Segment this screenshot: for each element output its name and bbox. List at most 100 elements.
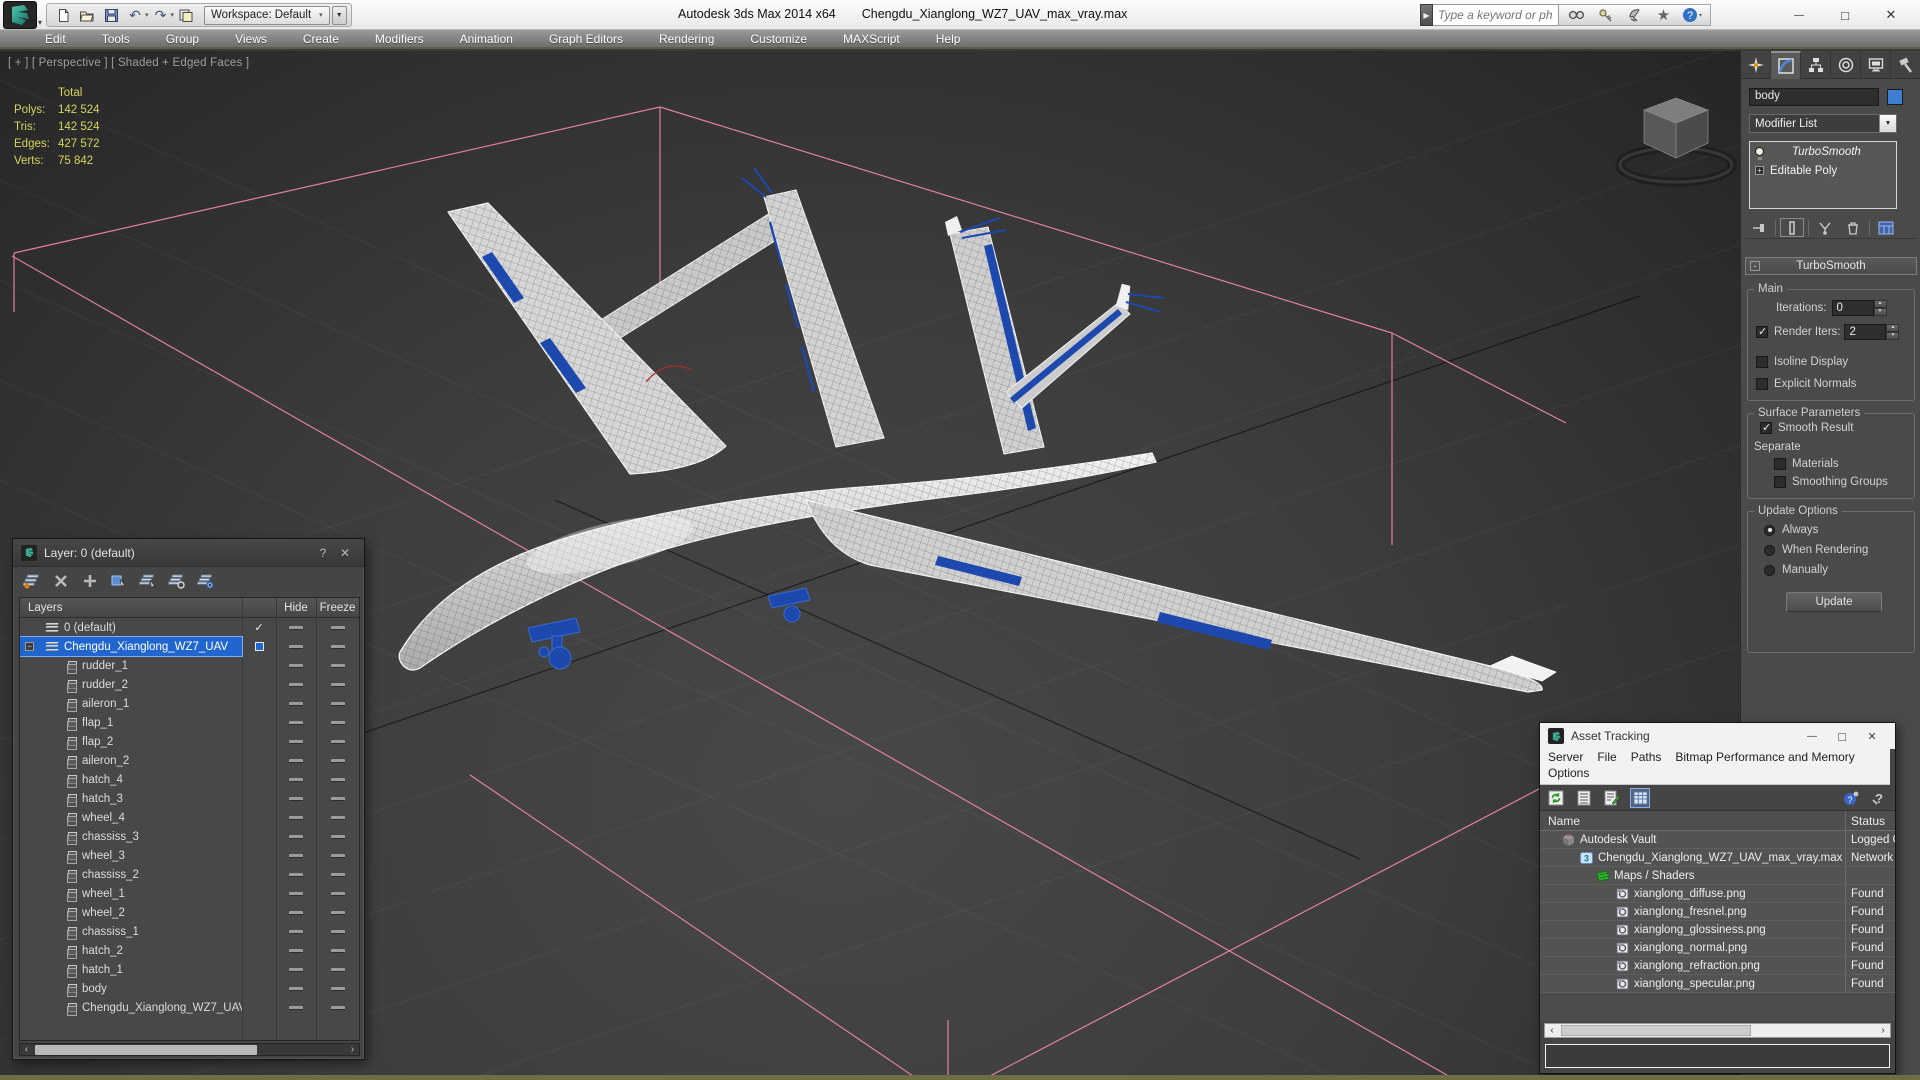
scroll-right-icon[interactable] xyxy=(1876,1025,1890,1036)
asset-close-button[interactable] xyxy=(1857,726,1887,746)
freeze-toggle[interactable] xyxy=(331,797,345,801)
asset-row[interactable]: xianglong_specular.png Found xyxy=(1540,975,1895,993)
workspace-flyout-button[interactable]: ▼ xyxy=(332,6,347,25)
layer-object-row[interactable]: flap_2 xyxy=(20,732,359,751)
asset-row[interactable]: xianglong_fresnel.png Found xyxy=(1540,903,1895,921)
layer-object-row[interactable]: wheel_1 xyxy=(20,884,359,903)
asset-horizontal-scrollbar[interactable] xyxy=(1544,1023,1891,1038)
asset-context-help-icon[interactable]: ? xyxy=(1869,788,1889,808)
hide-toggle[interactable] xyxy=(289,626,303,630)
viewcube[interactable] xyxy=(1620,98,1732,182)
app-logo-dropdown-icon[interactable]: ▾ xyxy=(38,18,42,27)
freeze-toggle[interactable] xyxy=(331,664,345,668)
hide-toggle[interactable] xyxy=(289,873,303,877)
hide-toggle[interactable] xyxy=(289,930,303,934)
layer-object-row[interactable]: body xyxy=(20,979,359,998)
project-folder-button[interactable] xyxy=(174,5,198,25)
materials-checkbox[interactable] xyxy=(1774,458,1786,470)
tab-modify[interactable] xyxy=(1771,51,1801,79)
make-unique-button[interactable] xyxy=(1813,218,1837,237)
layer-object-row[interactable]: aileron_1 xyxy=(20,694,359,713)
menu-help[interactable]: Help xyxy=(936,32,961,46)
hide-toggle[interactable] xyxy=(289,816,303,820)
layer-object-row[interactable]: chassiss_1 xyxy=(20,922,359,941)
freeze-toggle[interactable] xyxy=(331,835,345,839)
search-input[interactable] xyxy=(1433,4,1559,26)
hide-toggle[interactable] xyxy=(289,892,303,896)
hide-toggle[interactable] xyxy=(289,664,303,668)
list-view-button[interactable] xyxy=(1574,788,1594,808)
freeze-toggle[interactable] xyxy=(331,645,345,649)
save-file-button[interactable] xyxy=(99,5,123,25)
render-iters-checkbox[interactable] xyxy=(1756,326,1768,338)
layer-dialog-close-button[interactable]: ✕ xyxy=(334,544,356,562)
layer-dialog-help-button[interactable]: ? xyxy=(312,544,334,562)
help-icon[interactable]: ? xyxy=(1678,5,1707,25)
asset-menu-paths[interactable]: Paths xyxy=(1631,750,1662,764)
layer-object-row[interactable]: hatch_2 xyxy=(20,941,359,960)
menu-views[interactable]: Views xyxy=(235,32,267,46)
hide-toggle[interactable] xyxy=(289,778,303,782)
menu-tools[interactable]: Tools xyxy=(102,32,130,46)
freeze-toggle[interactable] xyxy=(331,626,345,630)
set-current-layer-box[interactable] xyxy=(255,642,264,651)
maximize-button[interactable] xyxy=(1822,2,1868,28)
iterations-field[interactable]: 0 xyxy=(1832,300,1874,316)
menu-customize[interactable]: Customize xyxy=(750,32,807,46)
open-file-button[interactable] xyxy=(75,5,99,25)
asset-help-icon[interactable]: ? xyxy=(1841,788,1861,808)
tab-motion[interactable] xyxy=(1831,51,1861,79)
asset-row[interactable]: Autodesk Vault Logged O xyxy=(1540,831,1895,849)
select-layer-button[interactable] xyxy=(137,571,159,591)
render-iters-field[interactable]: 2 xyxy=(1844,324,1886,340)
explicit-normals-checkbox[interactable] xyxy=(1756,378,1768,390)
hide-toggle[interactable] xyxy=(289,645,303,649)
update-button[interactable]: Update xyxy=(1786,592,1882,612)
layer-object-row[interactable]: chassiss_3 xyxy=(20,827,359,846)
asset-maximize-button[interactable] xyxy=(1827,726,1857,746)
close-button[interactable] xyxy=(1868,2,1914,28)
uav-model[interactable] xyxy=(399,168,1556,692)
menu-modifiers[interactable]: Modifiers xyxy=(375,32,424,46)
menu-rendering[interactable]: Rendering xyxy=(659,32,714,46)
layer-object-row[interactable]: wheel_4 xyxy=(20,808,359,827)
tab-utilities[interactable] xyxy=(1891,51,1920,79)
freeze-toggle[interactable] xyxy=(331,892,345,896)
asset-row[interactable]: xianglong_glossiness.png Found xyxy=(1540,921,1895,939)
freeze-toggle[interactable] xyxy=(331,1006,345,1010)
redo-button[interactable]: ↷ xyxy=(149,5,173,25)
modifier-enabled-icon[interactable] xyxy=(1755,147,1764,156)
sign-in-key-icon[interactable] xyxy=(1591,5,1620,25)
freeze-toggle[interactable] xyxy=(331,854,345,858)
menu-graph-editors[interactable]: Graph Editors xyxy=(549,32,623,46)
layer-object-row[interactable]: hatch_4 xyxy=(20,770,359,789)
add-to-layer-button[interactable] xyxy=(79,571,101,591)
delete-layer-button[interactable] xyxy=(50,571,72,591)
asset-row[interactable]: xianglong_diffuse.png Found xyxy=(1540,885,1895,903)
layer-row[interactable]: 0 (default) ✓ xyxy=(20,618,359,637)
layer-object-row[interactable]: Chengdu_Xianglong_WZ7_UAV xyxy=(20,998,359,1017)
render-iters-spinner[interactable]: ▲▼ xyxy=(1886,324,1899,340)
turbosmooth-rollout-header[interactable]: - TurboSmooth xyxy=(1745,257,1917,275)
hide-toggle[interactable] xyxy=(289,683,303,687)
layer-object-row[interactable]: hatch_1 xyxy=(20,960,359,979)
tab-display[interactable] xyxy=(1861,51,1891,79)
hide-toggle[interactable] xyxy=(289,949,303,953)
highlight-layer-button[interactable] xyxy=(166,571,188,591)
table-view-button[interactable] xyxy=(1630,788,1650,808)
name-column-header[interactable]: Name xyxy=(1540,811,1846,830)
menu-edit[interactable]: Edit xyxy=(45,32,66,46)
menu-maxscript[interactable]: MAXScript xyxy=(843,32,900,46)
smooth-result-checkbox[interactable] xyxy=(1760,422,1772,434)
modifier-list-dropdown[interactable]: Modifier List xyxy=(1749,114,1897,133)
status-column-header[interactable]: Status xyxy=(1846,811,1895,830)
freeze-toggle[interactable] xyxy=(331,873,345,877)
communication-center-icon[interactable] xyxy=(1620,5,1649,25)
manually-radio[interactable] xyxy=(1764,565,1775,576)
edit-paths-button[interactable] xyxy=(1602,788,1622,808)
layer-horizontal-scrollbar[interactable] xyxy=(19,1043,360,1056)
hide-toggle[interactable] xyxy=(289,854,303,858)
menu-group[interactable]: Group xyxy=(166,32,199,46)
freeze-toggle[interactable] xyxy=(331,740,345,744)
asset-minimize-button[interactable] xyxy=(1797,726,1827,746)
